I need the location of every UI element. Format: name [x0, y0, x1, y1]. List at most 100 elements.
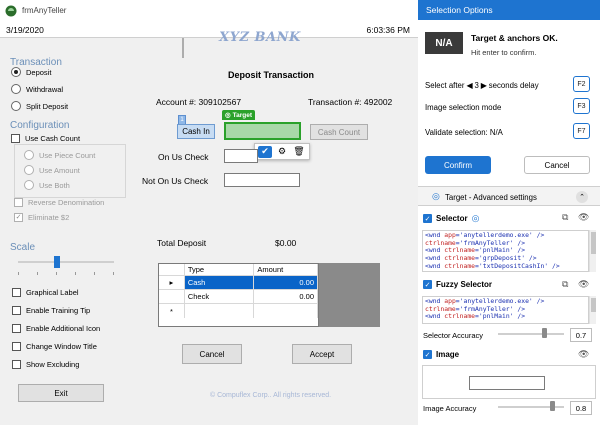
slider-thumb[interactable]: [550, 401, 555, 411]
target-icon: ◎: [225, 112, 231, 119]
row-marker: [159, 290, 185, 303]
row-marker: ▸: [159, 276, 185, 289]
radio-indicator: [11, 84, 21, 94]
on-us-check-input[interactable]: [224, 149, 258, 163]
confirm-target-icon[interactable]: ✔: [258, 145, 272, 158]
checkbox-box: [12, 360, 21, 369]
checkbox-label: Reverse Denomination: [28, 198, 105, 207]
teller-app-window: frmAnyTeller 3/19/2020 6:03:36 PM Transa…: [0, 0, 418, 425]
cancel-button[interactable]: Cancel: [182, 344, 242, 364]
radio-label: Deposit: [26, 67, 52, 77]
image-selection-key[interactable]: F3: [573, 98, 590, 114]
eye-icon[interactable]: 👁: [578, 349, 589, 360]
selector-accuracy-value[interactable]: 0.7: [570, 328, 592, 342]
radio-deposit[interactable]: Deposit: [11, 67, 51, 77]
slider-thumb[interactable]: [54, 256, 60, 268]
cell-amount[interactable]: 0.00: [254, 276, 318, 289]
cell-type[interactable]: Cash: [184, 276, 255, 289]
select-after-key[interactable]: F2: [573, 76, 590, 92]
fuzzy-selector-editor[interactable]: <wnd app='anytellerdemo.exe' /> ctrlname=…: [422, 296, 596, 324]
graphical-label-checkbox[interactable]: Graphical Label: [12, 288, 79, 297]
selector-editor[interactable]: <wnd app='anytellerdemo.exe' /> ctrlname=…: [422, 230, 596, 272]
scale-slider[interactable]: [18, 256, 114, 275]
checkbox-box: [14, 198, 23, 207]
table-row-new[interactable]: *: [159, 304, 318, 318]
radio-use-piece-count[interactable]: Use Piece Count: [24, 150, 95, 160]
cash-in-anchor-label[interactable]: Cash In: [177, 124, 215, 139]
table-row[interactable]: Check 0.00: [159, 290, 318, 304]
column-header-type[interactable]: Type: [185, 264, 255, 275]
scrollbar-thumb[interactable]: [591, 232, 596, 254]
selector-accuracy-slider[interactable]: [498, 328, 564, 340]
radio-withdrawal[interactable]: Withdrawal: [11, 84, 63, 94]
trash-icon[interactable]: 🗑: [292, 146, 306, 158]
image-accuracy-slider[interactable]: [498, 401, 564, 413]
eliminate-2-checkbox[interactable]: ✓ Eliminate $2: [14, 213, 69, 222]
radio-use-amount[interactable]: Use Amount: [24, 165, 80, 175]
radio-label: Use Piece Count: [39, 150, 96, 160]
accept-button[interactable]: Accept: [292, 344, 352, 364]
image-checkbox[interactable]: ✓: [423, 350, 432, 359]
column-header-amount[interactable]: Amount: [254, 264, 318, 275]
cash-in-input-target[interactable]: [224, 122, 301, 140]
total-deposit-value: $0.00: [275, 238, 297, 248]
select-after-row: Select after ◀ 3 ▶ seconds delay: [425, 81, 539, 90]
target-tag-label: Target: [232, 111, 253, 119]
enable-additional-icon-checkbox[interactable]: Enable Additional Icon: [12, 324, 100, 333]
exit-button[interactable]: Exit: [18, 384, 104, 402]
fuzzy-selector-code[interactable]: <wnd app='anytellerdemo.exe' /> ctrlname=…: [422, 296, 589, 324]
radio-label: Split Deposit: [26, 101, 69, 111]
scrollbar-thumb[interactable]: [591, 298, 596, 312]
radio-use-both[interactable]: Use Both: [24, 180, 70, 190]
not-on-us-check-input[interactable]: [224, 173, 300, 187]
increase-delay-icon[interactable]: ▶: [481, 81, 487, 90]
validate-selection[interactable]: Validate selection: N/A: [425, 128, 503, 137]
fuzzy-selector-checkbox[interactable]: ✓: [423, 280, 432, 289]
selector-header: ✓ Selector ◎: [423, 213, 479, 224]
checkbox-label: Show Excluding: [26, 360, 80, 369]
radio-indicator: [24, 180, 34, 190]
scrollbar[interactable]: [589, 296, 596, 324]
image-accuracy-value[interactable]: 0.8: [570, 401, 592, 415]
eye-icon[interactable]: 👁: [578, 279, 589, 290]
eye-icon[interactable]: 👁: [578, 212, 589, 223]
form-heading: Deposit Transaction: [228, 70, 315, 80]
copy-icon[interactable]: ⧉: [562, 212, 568, 223]
show-excluding-checkbox[interactable]: Show Excluding: [12, 360, 79, 369]
radio-label: Withdrawal: [26, 84, 64, 94]
select-after-value[interactable]: 3: [474, 81, 478, 90]
decrease-delay-icon[interactable]: ◀: [466, 81, 472, 90]
table-row[interactable]: ▸ Cash 0.00: [159, 276, 318, 290]
enable-training-tip-checkbox[interactable]: Enable Training Tip: [12, 306, 90, 315]
cell-amount[interactable]: [254, 304, 318, 318]
cell-amount[interactable]: 0.00: [254, 290, 318, 303]
current-date: 3/19/2020: [6, 25, 44, 35]
cell-type[interactable]: [185, 304, 255, 318]
reverse-denomination-checkbox[interactable]: Reverse Denomination: [14, 198, 104, 207]
advanced-settings-bar[interactable]: ◎ Target - Advanced settings ⌃: [418, 186, 600, 206]
scrollbar[interactable]: [589, 230, 596, 272]
cash-count-button[interactable]: Cash Count: [310, 124, 368, 140]
target-icon[interactable]: ◎: [472, 213, 480, 224]
copy-icon[interactable]: ⧉: [562, 279, 568, 290]
image-selection-mode[interactable]: Image selection mode: [425, 103, 501, 112]
checkbox-label: Enable Additional Icon: [26, 324, 101, 333]
app-icon: [5, 5, 17, 17]
confirm-button[interactable]: Confirm: [425, 156, 491, 174]
validate-key[interactable]: F7: [573, 123, 590, 139]
change-window-title-checkbox[interactable]: Change Window Title: [12, 342, 97, 351]
use-cash-count-checkbox[interactable]: Use Cash Count: [11, 134, 80, 143]
cancel-button-placeholder: [182, 38, 184, 58]
radio-split-deposit[interactable]: Split Deposit: [11, 101, 68, 111]
settings-icon[interactable]: ⚙: [275, 146, 289, 158]
selector-code[interactable]: <wnd app='anytellerdemo.exe' /> ctrlname=…: [422, 230, 589, 272]
cell-type[interactable]: Check: [185, 290, 255, 303]
cancel-selection-button[interactable]: Cancel: [524, 156, 590, 174]
collapse-icon[interactable]: ⌃: [576, 191, 588, 203]
select-after-prefix: Select after: [425, 81, 465, 90]
slider-track: [18, 261, 114, 263]
selector-checkbox[interactable]: ✓: [423, 214, 432, 223]
code-line: <wnd ctrlname='pnlMain' />: [425, 312, 526, 321]
slider-thumb[interactable]: [542, 328, 547, 338]
transaction-grid[interactable]: Type Amount ▸ Cash 0.00 Check 0.00 *: [158, 263, 319, 327]
